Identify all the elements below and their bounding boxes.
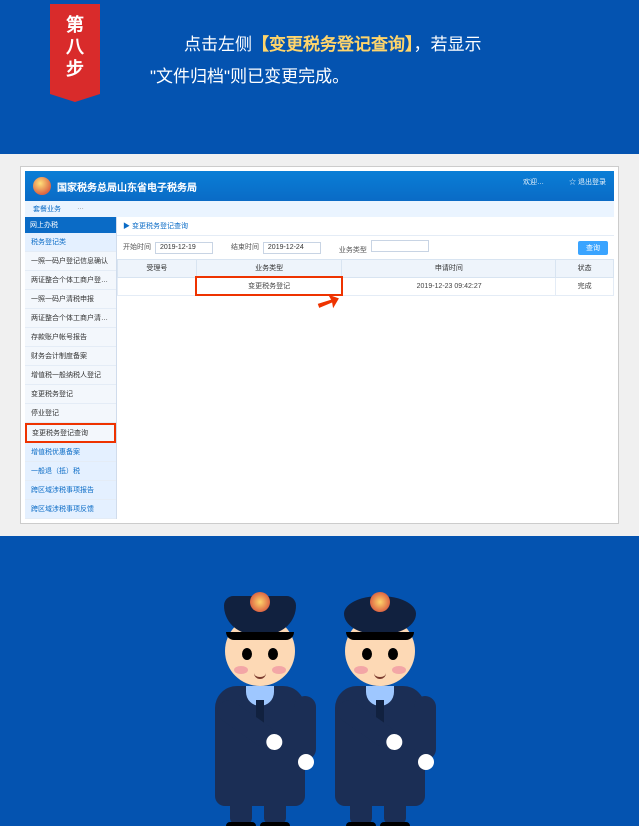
sidebar-subheader[interactable]: 税务登记类 xyxy=(25,233,116,252)
breadcrumb: ▶ 变更税务登记查询 xyxy=(117,217,614,236)
col-header: 受理号 xyxy=(118,260,197,278)
sidebar-item[interactable]: 跨区域涉税事项报告 xyxy=(25,481,116,500)
screenshot-container: 国家税务总局山东省电子税务局 欢迎… ☆ 退出登录 套餐业务 … 网上办税 税务… xyxy=(20,166,619,524)
start-date-input[interactable]: 2019-12-19 xyxy=(155,242,213,254)
instr-mid: ，若显示 xyxy=(414,35,482,54)
sidebar-section-header: 网上办税 xyxy=(25,217,116,233)
sidebar-item[interactable]: 存款账户帐号报告 xyxy=(25,328,116,347)
sidebar-item[interactable]: 财务会计制度备案 xyxy=(25,347,116,366)
instruction-text: 点击左侧【变更税务登记查询】，若显示 "文件归档"则已变更完成。 xyxy=(20,4,619,134)
officer-female-icon xyxy=(320,586,440,826)
app-title: 国家税务总局山东省电子税务局 xyxy=(57,179,197,194)
user-area: 欢迎… xyxy=(523,177,544,187)
tab-other[interactable]: … xyxy=(69,201,92,217)
logout-link[interactable]: ☆ 退出登录 xyxy=(569,177,606,187)
filter-label-end: 结束时间 xyxy=(231,244,259,251)
cell xyxy=(118,277,197,295)
col-header: 业务类型 xyxy=(196,260,342,278)
app-header: 国家税务总局山东省电子税务局 欢迎… ☆ 退出登录 xyxy=(25,171,614,201)
query-button[interactable]: 查询 xyxy=(578,241,608,255)
sidebar-item[interactable]: 两证整合个体工商户清税申报 xyxy=(25,309,116,328)
sidebar-item[interactable]: 变更税务登记 xyxy=(25,385,116,404)
cell: 2019-12-23 09:42:27 xyxy=(342,277,556,295)
etax-app: 国家税务总局山东省电子税务局 欢迎… ☆ 退出登录 套餐业务 … 网上办税 税务… xyxy=(25,171,614,519)
result-table: 受理号 业务类型 申请时间 状态 变更税务登记 2019-12-23 09:42… xyxy=(117,259,614,296)
filter-label-type: 业务类型 xyxy=(339,247,367,254)
sidebar-item[interactable]: 增值税优惠备案 xyxy=(25,443,116,462)
type-select[interactable] xyxy=(371,240,429,252)
col-header: 申请时间 xyxy=(342,260,556,278)
sidebar-item[interactable]: 一照一码户清税申报 xyxy=(25,290,116,309)
sidebar-item[interactable]: 一照一码户登记信息确认 xyxy=(25,252,116,271)
sidebar: 网上办税 税务登记类 一照一码户登记信息确认 两证整合个体工商户登记信息确认 一… xyxy=(25,217,117,519)
sidebar-item[interactable]: 增值税一般纳税人登记 xyxy=(25,366,116,385)
step-label: 第 八 步 xyxy=(66,15,84,79)
sidebar-item[interactable]: 跨区域涉税事项反馈 xyxy=(25,500,116,519)
col-header: 状态 xyxy=(556,260,614,278)
sidebar-item-highlighted[interactable]: 变更税务登记查询 xyxy=(25,423,116,443)
filter-label-start: 开始时间 xyxy=(123,244,151,251)
tab-row: 套餐业务 … xyxy=(25,201,614,217)
tab-active[interactable]: 套餐业务 xyxy=(25,201,69,217)
cell: 完成 xyxy=(556,277,614,295)
app-logo-icon xyxy=(33,177,51,195)
filter-bar: 开始时间 2019-12-19 结束时间 2019-12-24 业务类型 查询 xyxy=(117,236,614,259)
instr-suffix: 则已变更完成。 xyxy=(230,67,349,86)
officer-male-icon xyxy=(200,586,320,826)
step-badge: 第 八 步 xyxy=(50,4,100,94)
sidebar-item[interactable]: 一般退（抵）税 xyxy=(25,462,116,481)
instr-highlight: 【变更税务登记查询】 xyxy=(252,35,414,54)
instr-quote: "文件归档" xyxy=(150,67,230,86)
instr-prefix: 点击左侧 xyxy=(150,35,252,54)
table-row[interactable]: 变更税务登记 2019-12-23 09:42:27 完成 xyxy=(118,277,614,295)
illustration-section xyxy=(0,536,639,826)
end-date-input[interactable]: 2019-12-24 xyxy=(263,242,321,254)
sidebar-item[interactable]: 两证整合个体工商户登记信息确认 xyxy=(25,271,116,290)
sidebar-item[interactable]: 停业登记 xyxy=(25,404,116,423)
officers-illustration xyxy=(200,586,440,826)
main-panel: ▶ 变更税务登记查询 开始时间 2019-12-19 结束时间 2019-12-… xyxy=(117,217,614,519)
